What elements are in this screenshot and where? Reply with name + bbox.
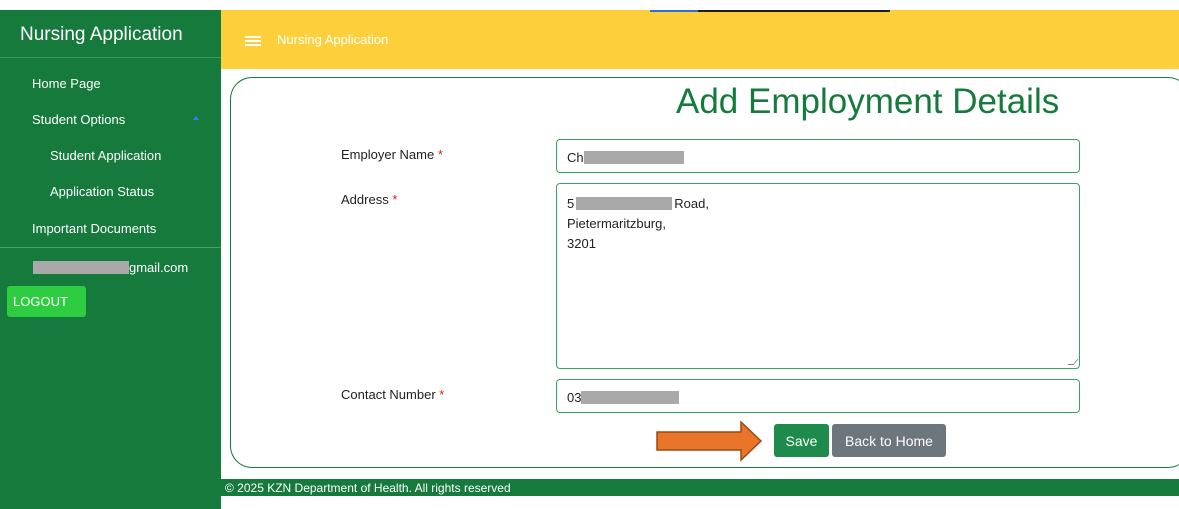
caret-up-icon <box>193 116 199 120</box>
redacted-employer-name <box>583 150 684 164</box>
contact-number-label-text: Contact Number <box>341 387 436 402</box>
sidebar-item-label: Application Status <box>50 184 155 199</box>
address-line1-prefix: 5 <box>567 195 575 211</box>
sidebar-item-label: Student Application <box>50 148 162 163</box>
contact-number-value: 03 <box>567 389 582 405</box>
hamburger-menu-icon[interactable] <box>245 36 261 47</box>
save-button[interactable]: Save <box>774 424 829 457</box>
sidebar: Nursing Application Home Page Student Op… <box>0 10 221 509</box>
redacted-address-street <box>576 196 673 210</box>
sidebar-item-student-application[interactable]: Student Application <box>0 148 221 163</box>
resize-handle-icon[interactable] <box>1067 359 1079 365</box>
address-label: Address * <box>341 192 397 207</box>
app-root: Nursing Application Home Page Student Op… <box>0 0 1179 509</box>
employer-name-value: Ch <box>567 149 584 165</box>
topbar-title: Nursing Application <box>277 32 389 47</box>
required-marker: * <box>437 147 443 162</box>
orange-arrow-icon <box>656 420 763 462</box>
redacted-contact-number <box>581 390 680 404</box>
user-email: gmail.com <box>33 260 188 275</box>
sidebar-item-important-documents[interactable]: Important Documents <box>0 221 221 236</box>
sidebar-title: Nursing Application <box>0 10 221 58</box>
employer-name-label: Employer Name * <box>341 147 443 162</box>
address-line3: 3201 <box>567 235 596 251</box>
contact-number-label: Contact Number * <box>341 387 444 402</box>
sidebar-divider <box>0 247 221 248</box>
top-edge-blue-strip <box>650 10 698 12</box>
required-marker: * <box>392 192 398 207</box>
sidebar-item-application-status[interactable]: Application Status <box>0 184 221 199</box>
email-domain: gmail.com <box>129 260 189 275</box>
logout-button[interactable]: LOGOUT <box>7 286 86 317</box>
address-label-text: Address <box>341 192 389 207</box>
sidebar-item-label: Home Page <box>32 76 101 91</box>
employer-name-input[interactable]: Ch <box>556 139 1080 173</box>
back-to-home-button[interactable]: Back to Home <box>832 424 946 457</box>
address-line1-suffix: Road, <box>674 195 709 211</box>
footer: © 2025 KZN Department of Health. All rig… <box>221 479 1179 496</box>
sidebar-item-label: Student Options <box>32 112 126 127</box>
sidebar-item-label: Important Documents <box>32 221 157 236</box>
top-bar: Nursing Application <box>221 10 1179 69</box>
employer-name-label-text: Employer Name <box>341 147 435 162</box>
sidebar-item-student-options[interactable]: Student Options <box>0 112 221 127</box>
redacted-email-user <box>33 261 129 274</box>
page-title: Add Employment Details <box>676 82 1060 121</box>
sidebar-item-home-page[interactable]: Home Page <box>0 76 221 91</box>
address-textarea[interactable]: 5 Road, Pietermaritzburg, 3201 <box>556 183 1080 369</box>
address-line2: Pietermaritzburg, <box>567 215 666 231</box>
contact-number-input[interactable]: 03 <box>556 379 1080 413</box>
required-marker: * <box>439 387 445 402</box>
top-edge-dark-strip <box>698 10 890 12</box>
